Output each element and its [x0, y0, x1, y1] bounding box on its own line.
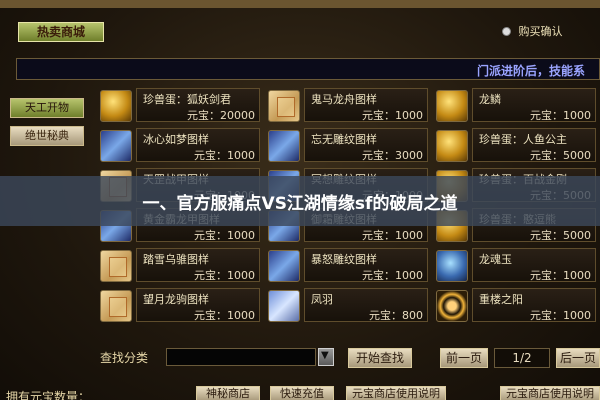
top-bar: 热卖商城 购买确认 [0, 8, 600, 42]
item-cell[interactable]: 望月龙驹图样元宝：1000 [96, 286, 264, 322]
item-name: 凤羽 [311, 293, 333, 306]
item-name: 珍兽蛋：人鱼公主 [479, 133, 567, 146]
item-name: 龙魂玉 [479, 253, 512, 266]
scroll-icon[interactable] [100, 250, 132, 282]
item-name: 暴怒雕纹图样 [311, 253, 377, 266]
item-price: 元宝：20000 [187, 109, 255, 122]
item-price: 元宝：1000 [362, 269, 423, 282]
item-info: 暴怒雕纹图样元宝：1000 [304, 248, 428, 282]
buy-confirm[interactable]: 购买确认 [502, 23, 563, 39]
item-cell[interactable]: 冰心如梦图样元宝：1000 [96, 126, 264, 162]
item-price: 元宝：5000 [530, 149, 591, 162]
chevron-down-icon[interactable] [318, 348, 334, 366]
item-name: 重楼之阳 [479, 293, 523, 306]
item-name: 珍兽蛋：狐妖剑君 [143, 93, 231, 106]
blue-scroll-icon[interactable] [100, 130, 132, 162]
item-info: 珍兽蛋：狐妖剑君元宝：20000 [136, 88, 260, 122]
item-cell[interactable]: 珍兽蛋：人鱼公主元宝：5000 [432, 126, 600, 162]
item-cell[interactable]: 凤羽元宝：800 [264, 286, 432, 322]
item-price: 元宝：1000 [194, 309, 255, 322]
item-price: 元宝：5000 [530, 229, 591, 242]
item-info: 忘无雕纹图样元宝：3000 [304, 128, 428, 162]
search-button[interactable]: 开始查找 [348, 348, 412, 368]
item-price: 元宝：1000 [530, 309, 591, 322]
item-info: 踏雪乌骓图样元宝：1000 [136, 248, 260, 282]
item-info: 凤羽元宝：800 [304, 288, 428, 322]
notice-bar: 门派进阶后，技能系 [16, 58, 600, 80]
shop-help-button[interactable]: 元宝商店使用说明 [346, 386, 446, 400]
item-price: 元宝：1000 [362, 109, 423, 122]
item-price: 元宝：800 [369, 309, 423, 322]
item-name: 龙鳞 [479, 93, 501, 106]
item-info: 重楼之阳 元宝：1000 [472, 288, 596, 322]
item-cell[interactable]: 鬼马龙舟图样元宝：1000 [264, 86, 432, 122]
scroll-icon[interactable] [100, 290, 132, 322]
gold-egg-icon[interactable] [436, 130, 468, 162]
orb-icon[interactable] [436, 250, 468, 282]
item-price: 元宝：1000 [194, 269, 255, 282]
item-name: 冰心如梦图样 [143, 133, 209, 146]
item-cell[interactable]: 重楼之阳 元宝：1000 [432, 286, 600, 322]
gold-egg-icon[interactable] [100, 90, 132, 122]
item-name: 望月龙驹图样 [143, 293, 209, 306]
blue-scroll-icon[interactable] [268, 130, 300, 162]
category-tiangong[interactable]: 天工开物 [10, 98, 84, 118]
blue-scroll-icon[interactable] [268, 250, 300, 282]
item-cell[interactable]: 龙鳞元宝：1000 [432, 86, 600, 122]
quick-recharge-button[interactable]: 快速充值 [270, 386, 334, 400]
radio-icon[interactable] [502, 27, 511, 36]
item-cell[interactable]: 龙魂玉元宝：1000 [432, 246, 600, 282]
item-cell[interactable]: 踏雪乌骓图样元宝：1000 [96, 246, 264, 282]
notice-text: 门派进阶后，技能系 [476, 64, 585, 78]
item-info: 龙鳞元宝：1000 [472, 88, 596, 122]
item-info: 望月龙驹图样元宝：1000 [136, 288, 260, 322]
item-price: 元宝：1000 [530, 109, 591, 122]
item-cell[interactable]: 暴怒雕纹图样元宝：1000 [264, 246, 432, 282]
yuanbao-balance-label: 拥有元宝数量： [6, 390, 91, 400]
item-info: 珍兽蛋：人鱼公主元宝：5000 [472, 128, 596, 162]
bottom-search-bar: 查找分类 开始查找 前一页 1/2 后一页 拥有元宝数量： 神秘商店 快速充值 … [0, 336, 600, 400]
item-name: 鬼马龙舟图样 [311, 93, 377, 106]
top-strip [0, 0, 600, 8]
next-page-button[interactable]: 后一页 [556, 348, 600, 368]
shop-help-button-2[interactable]: 元宝商店使用说明 [500, 386, 600, 400]
page-indicator: 1/2 [494, 348, 550, 368]
feather-icon[interactable] [268, 290, 300, 322]
buy-confirm-label: 购买确认 [518, 25, 563, 38]
item-info: 龙魂玉元宝：1000 [472, 248, 596, 282]
banner-text: 一、官方服痛点VS江湖情缘sf的破局之道 [142, 194, 458, 214]
dragon-scale-icon[interactable] [436, 90, 468, 122]
game-shop-window: 热卖商城 购买确认 门派进阶后，技能系 天工开物 绝世秘典 珍兽蛋：狐妖剑君元宝… [0, 0, 600, 400]
item-info: 冰心如梦图样元宝：1000 [136, 128, 260, 162]
banner-overlay: 一、官方服痛点VS江湖情缘sf的破局之道 [0, 176, 600, 226]
mystery-shop-button[interactable]: 神秘商店 [196, 386, 260, 400]
item-name: 忘无雕纹图样 [311, 133, 377, 146]
item-price: 元宝：3000 [362, 149, 423, 162]
scroll-icon[interactable] [268, 90, 300, 122]
item-name: 踏雪乌骓图样 [143, 253, 209, 266]
prev-page-button[interactable]: 前一页 [440, 348, 488, 368]
ring-icon[interactable] [436, 290, 468, 322]
item-price: 元宝：1000 [530, 269, 591, 282]
item-info: 鬼马龙舟图样元宝：1000 [304, 88, 428, 122]
item-cell[interactable]: 忘无雕纹图样元宝：3000 [264, 126, 432, 162]
search-input[interactable] [166, 348, 316, 366]
item-price: 元宝：1000 [362, 229, 423, 242]
item-price: 元宝：1000 [194, 149, 255, 162]
tab-hot-shop[interactable]: 热卖商城 [18, 22, 104, 42]
category-jueshi[interactable]: 绝世秘典 [10, 126, 84, 146]
item-price: 元宝：1000 [194, 229, 255, 242]
item-cell[interactable]: 珍兽蛋：狐妖剑君元宝：20000 [96, 86, 264, 122]
search-label: 查找分类 [100, 351, 149, 365]
